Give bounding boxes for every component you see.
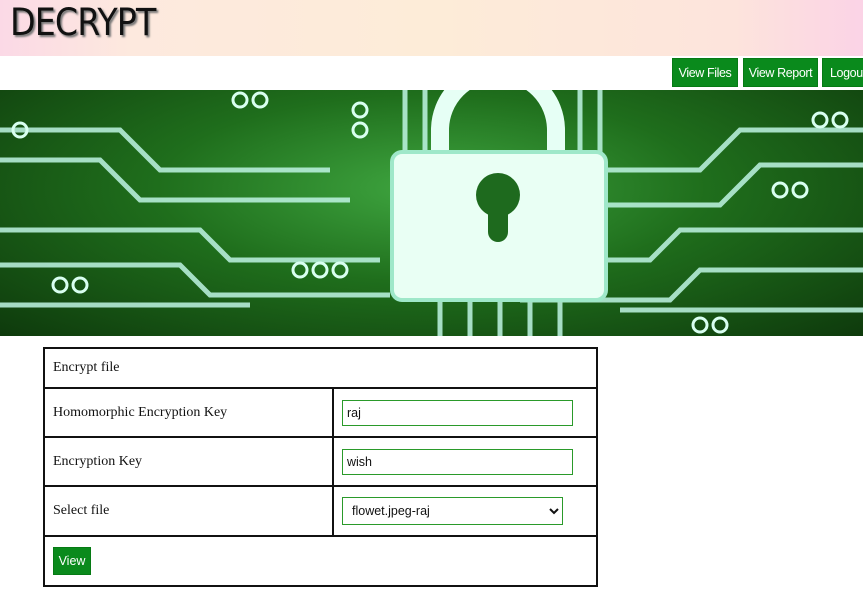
view-report-button[interactable]: View Report <box>743 58 818 87</box>
security-banner-image <box>0 90 863 336</box>
homomorphic-key-input[interactable] <box>342 399 573 426</box>
encryption-key-label: Encryption Key <box>43 436 334 487</box>
encryption-key-input[interactable] <box>342 448 573 475</box>
view-button[interactable]: View <box>53 547 91 575</box>
decrypt-form-table: Encrypt file Homomorphic Encryption Key … <box>43 347 598 587</box>
view-files-button[interactable]: View Files <box>672 58 738 87</box>
file-select[interactable]: flowet.jpeg-raj <box>342 497 563 525</box>
header: DECRYPT <box>0 0 863 56</box>
homomorphic-key-label: Homomorphic Encryption Key <box>43 387 334 438</box>
page-title: DECRYPT <box>10 1 156 44</box>
select-file-label: Select file <box>43 485 334 537</box>
form-heading: Encrypt file <box>43 347 598 389</box>
circuit-lock-illustration <box>0 90 863 336</box>
logout-button[interactable]: Logout <box>822 58 863 87</box>
